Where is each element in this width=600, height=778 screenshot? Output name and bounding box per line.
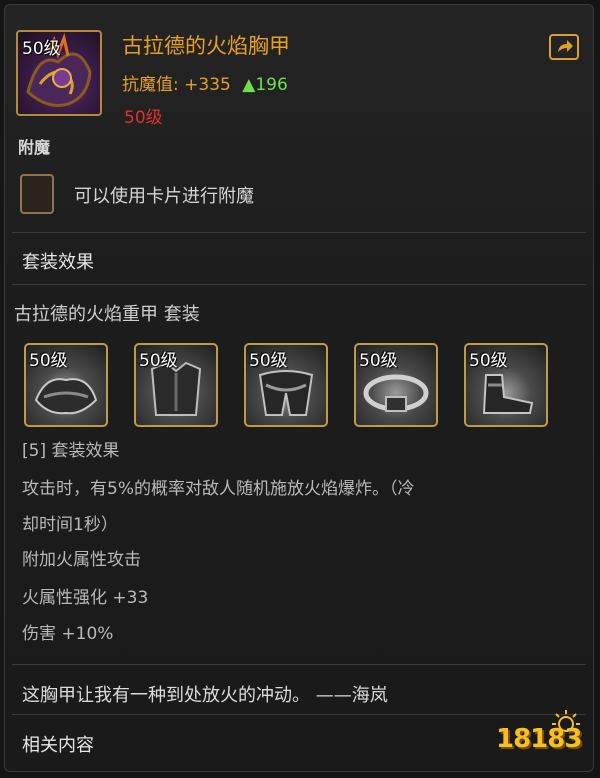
set-piece-shoulder[interactable]: 50级	[24, 343, 108, 427]
set-piece-belt[interactable]: 50级	[354, 343, 438, 427]
set-effect-line: [5] 套装效果	[22, 441, 120, 461]
set-effect-line: 伤害 +10%	[22, 624, 114, 644]
item-name: 古拉德的火焰胸甲	[122, 34, 290, 58]
share-button[interactable]	[549, 34, 579, 60]
set-piece-level: 50级	[29, 351, 68, 371]
stat-line: 抗魔值: +335 ▲196	[122, 70, 288, 95]
flame-chest-armor-icon: 50级	[16, 30, 102, 116]
share-icon	[558, 40, 573, 52]
set-effect-line: 却时间1秒）	[22, 515, 118, 535]
divider	[12, 664, 586, 665]
related-content-link[interactable]: 相关内容	[22, 731, 94, 757]
stat-label: 抗魔值:	[122, 75, 179, 95]
set-piece-level: 50级	[249, 351, 288, 371]
set-piece-chest[interactable]: 50级	[134, 343, 218, 427]
stat-value: +335	[184, 75, 231, 95]
set-name: 古拉德的火焰重甲 套装	[14, 304, 200, 325]
set-piece-level: 50级	[469, 351, 508, 371]
item-level-tag: 50级	[22, 39, 61, 59]
required-level: 50级	[124, 108, 163, 128]
enchant-card-slot[interactable]	[20, 174, 54, 214]
divider	[12, 232, 586, 233]
set-effect-header: 套装效果	[22, 252, 94, 273]
divider	[12, 284, 586, 285]
set-piece-level: 50级	[359, 351, 398, 371]
set-piece-level: 50级	[139, 351, 178, 371]
stat-delta: ▲196	[242, 75, 288, 95]
set-effect-line: 攻击时，有5%的概率对敌人随机施放火焰爆炸。（冷	[22, 479, 415, 499]
set-effect-line: 附加火属性攻击	[22, 550, 141, 570]
enchant-slot-text: 可以使用卡片进行附魔	[74, 186, 254, 207]
enchant-label: 附魔	[18, 138, 51, 157]
flavor-text: 这胸甲让我有一种到处放火的冲动。 ——海岚	[22, 685, 388, 706]
set-effect-line: 火属性强化 +33	[22, 588, 149, 608]
watermark-logo: 18183	[492, 706, 592, 762]
set-piece-legs[interactable]: 50级	[244, 343, 328, 427]
set-piece-boots[interactable]: 50级	[464, 343, 548, 427]
watermark-text: 18183	[496, 724, 582, 754]
